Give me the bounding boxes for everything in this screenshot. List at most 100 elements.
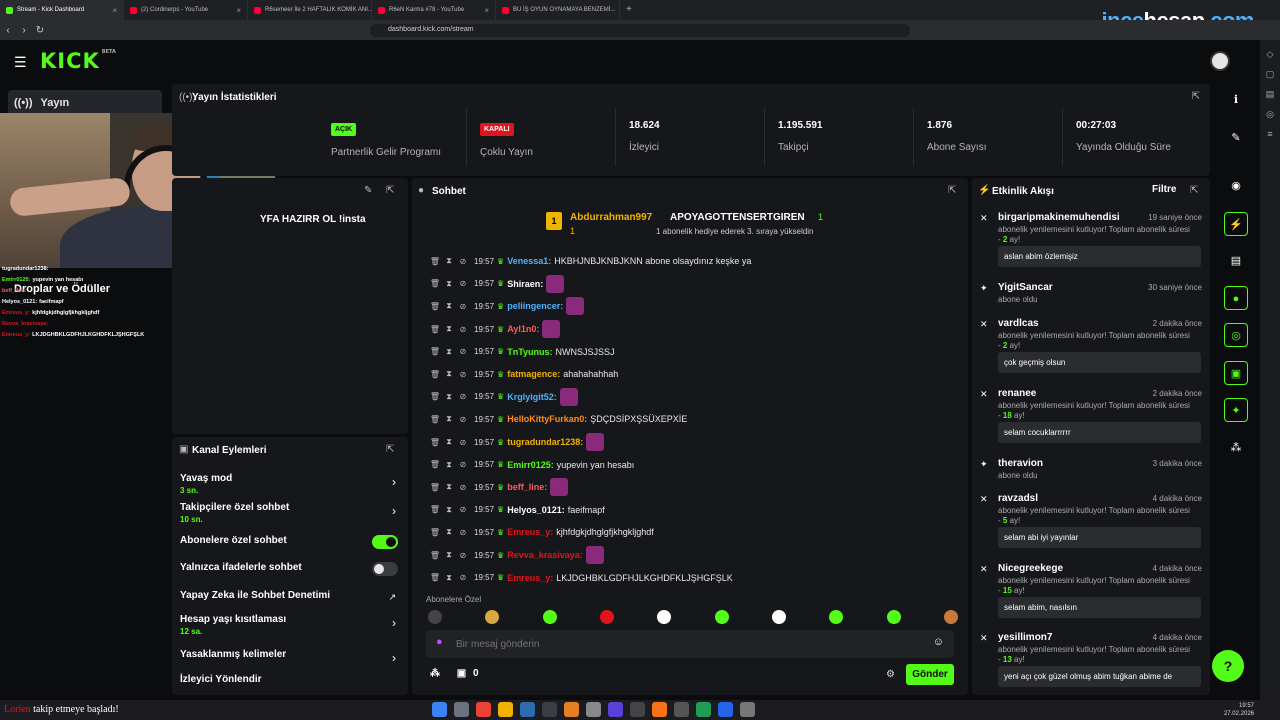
avatar[interactable]	[1210, 51, 1230, 71]
chat-username[interactable]: Emreus_y:	[507, 573, 553, 583]
delete-icon[interactable]: 🗑	[428, 505, 442, 514]
chat-username[interactable]: Ayl1n0:	[507, 324, 539, 334]
server-icon[interactable]: ▣	[1224, 361, 1248, 385]
feed-username[interactable]: birgaripmakinemuhendisi	[998, 212, 1120, 223]
taskbar-app-icon[interactable]	[476, 702, 491, 717]
timeout-icon[interactable]: ⧗	[442, 324, 456, 334]
back-icon[interactable]: ‹	[0, 25, 16, 36]
feed-username[interactable]: vardlcas	[998, 318, 1039, 329]
ban-icon[interactable]: ⊘	[456, 528, 470, 537]
sidebar-icon-5[interactable]: ≡	[1260, 129, 1280, 139]
sidebar-icon-4[interactable]: ◎	[1260, 109, 1280, 120]
timeout-icon[interactable]: ⧗	[442, 301, 456, 311]
subs-chat-toggle[interactable]	[372, 535, 398, 549]
delete-icon[interactable]: 🗑	[428, 483, 442, 492]
chat-username[interactable]: Helyos_0121:	[507, 505, 565, 515]
timeout-icon[interactable]: ⧗	[442, 482, 456, 492]
timeout-icon[interactable]: ⧗	[442, 527, 456, 537]
ban-icon[interactable]: ⊘	[456, 483, 470, 492]
chat-icon[interactable]: ●	[1224, 286, 1248, 310]
microphone-icon[interactable]: ●	[436, 636, 443, 648]
chat-input[interactable]	[456, 636, 906, 652]
close-icon[interactable]: ×	[112, 6, 117, 15]
info-icon[interactable]: ℹ	[1224, 88, 1248, 112]
gift-icon[interactable]: ▣	[457, 668, 466, 679]
feed-username[interactable]: Nicegreekege	[998, 563, 1063, 574]
delete-icon[interactable]: 🗑	[428, 528, 442, 537]
ban-icon[interactable]: ⊘	[456, 415, 470, 424]
followers-chat-row[interactable]: Takipçilere özel sohbet 10 sn. ›	[180, 502, 402, 524]
ban-icon[interactable]: ⊘	[456, 279, 470, 288]
emote-button[interactable]	[428, 610, 442, 624]
popout-icon[interactable]: ⇱	[386, 444, 394, 455]
chat-username[interactable]: Revva_krasivaya:	[507, 550, 583, 560]
timeout-icon[interactable]: ⧗	[442, 279, 456, 289]
taskbar-app-icon[interactable]	[542, 702, 557, 717]
account-age-row[interactable]: Hesap yaşı kısıtlaması 12 sa. ›	[180, 614, 402, 636]
feed-username[interactable]: theravion	[998, 458, 1043, 469]
chat-username[interactable]: Emreus_y:	[507, 527, 553, 537]
timeout-icon[interactable]: ⧗	[442, 256, 456, 266]
ban-icon[interactable]: ⊘	[456, 347, 470, 356]
taskbar-app-icon[interactable]	[520, 702, 535, 717]
new-tab-icon[interactable]: +	[620, 0, 638, 20]
emote-chat-toggle[interactable]	[372, 562, 398, 576]
taskbar-app-icon[interactable]	[498, 702, 513, 717]
sidebar-icon-2[interactable]: ▢	[1260, 69, 1280, 80]
emote-button[interactable]	[943, 610, 958, 624]
ban-icon[interactable]: ⊘	[456, 302, 470, 311]
delete-icon[interactable]: 🗑	[428, 551, 442, 560]
browser-tab[interactable]: BU İŞ OYUN OYNAMAYA BENZEMİ...×	[496, 0, 620, 20]
delete-icon[interactable]: 🗑	[428, 347, 442, 356]
chat-username[interactable]: beff_line:	[507, 482, 547, 492]
delete-icon[interactable]: 🗑	[428, 279, 442, 288]
recipient-name[interactable]: APOYAGOTTENSERTGIREN	[670, 212, 805, 223]
forward-icon[interactable]: ›	[16, 25, 32, 36]
taskbar-app-icon[interactable]	[608, 702, 623, 717]
browser-tab[interactable]: R6eN Karma #78 - YouTube ×	[372, 0, 496, 20]
emote-button[interactable]	[714, 610, 729, 624]
delete-icon[interactable]: 🗑	[428, 370, 442, 379]
ban-icon[interactable]: ⊘	[456, 370, 470, 379]
taskbar-app-icon[interactable]	[718, 702, 733, 717]
feed-username[interactable]: YigitSancar	[998, 282, 1053, 293]
taskbar-app-icon[interactable]	[586, 702, 601, 717]
taskbar-app-icon[interactable]	[432, 702, 447, 717]
sidebar-icon-1[interactable]: ◇	[1260, 49, 1280, 60]
timeout-icon[interactable]: ⧗	[442, 460, 456, 470]
taskbar-app-icon[interactable]	[674, 702, 689, 717]
timeout-icon[interactable]: ⧗	[442, 550, 456, 560]
emoji-icon[interactable]: ☺	[933, 636, 944, 648]
popout-icon[interactable]: ⇱	[1192, 91, 1200, 102]
ban-icon[interactable]: ⊘	[456, 505, 470, 514]
emote-button[interactable]	[599, 610, 614, 624]
reload-icon[interactable]: ↻	[32, 25, 48, 36]
timeout-icon[interactable]: ⧗	[442, 347, 456, 357]
browser-tab[interactable]: Stream - Kick Dashboard ×	[0, 0, 124, 20]
chat-username[interactable]: Venessa1:	[507, 256, 551, 266]
redirect-row[interactable]: İzleyici Yönlendir	[180, 674, 402, 685]
send-button[interactable]: Gönder	[906, 664, 954, 685]
timeout-icon[interactable]: ⧗	[442, 392, 456, 402]
camera-icon[interactable]: ◉	[1224, 174, 1248, 198]
settings-icon[interactable]: ⚙	[886, 669, 895, 680]
delete-icon[interactable]: 🗑	[428, 438, 442, 447]
ban-icon[interactable]: ⊘	[456, 257, 470, 266]
ban-icon[interactable]: ⊘	[456, 551, 470, 560]
browser-tab[interactable]: R6semeer İle 2 HAFTALIK KOMİK ANI...×	[248, 0, 372, 20]
popout-icon[interactable]: ⇱	[386, 185, 394, 196]
close-icon[interactable]: ×	[236, 6, 241, 15]
delete-icon[interactable]: 🗑	[428, 415, 442, 424]
taskbar-app-icon[interactable]	[564, 702, 579, 717]
emote-button[interactable]	[542, 610, 557, 624]
edit-icon[interactable]: ✎	[1224, 126, 1248, 150]
taskbar-app-icon[interactable]	[652, 702, 667, 717]
timeout-icon[interactable]: ⧗	[442, 414, 456, 424]
users-icon[interactable]: ⁂	[430, 668, 440, 679]
kick-logo[interactable]: KICK BETA	[40, 49, 116, 73]
browser-tab[interactable]: (2) Cordinerps - YouTube ×	[124, 0, 248, 20]
filter-button[interactable]: Filtre	[1152, 184, 1176, 195]
gifter-name[interactable]: Abdurrahman997	[570, 212, 652, 223]
delete-icon[interactable]: 🗑	[428, 573, 442, 582]
delete-icon[interactable]: 🗑	[428, 302, 442, 311]
